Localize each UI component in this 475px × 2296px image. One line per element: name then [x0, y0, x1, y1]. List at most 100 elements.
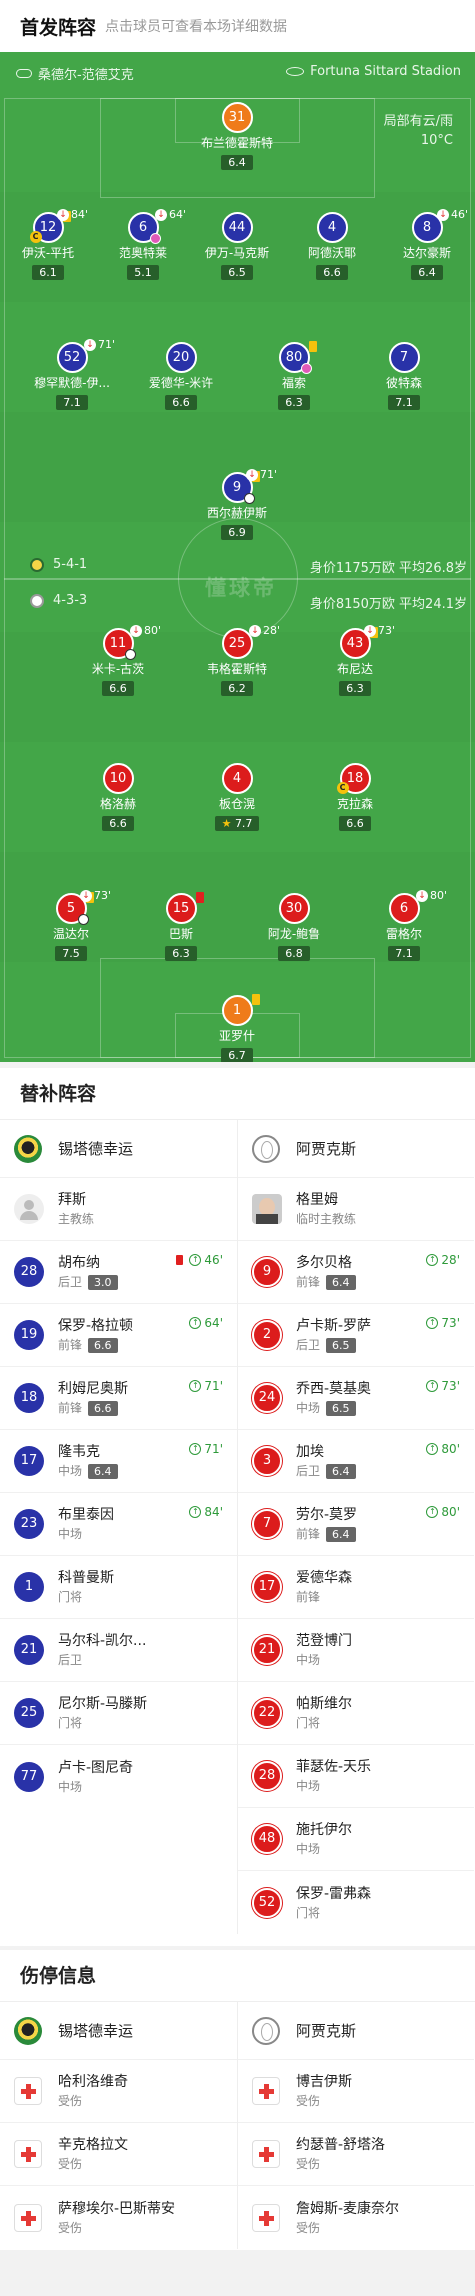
sub-row[interactable]: 22 帕斯维尔 门将 [238, 1682, 474, 1745]
sub-position: 前锋 [296, 1590, 321, 1604]
home-player[interactable]: 12 C ↓ 84' 伊沃-平托 6.1 [0, 208, 100, 280]
sub-row[interactable]: 21 范登博门 中场 [238, 1619, 474, 1682]
sub-row[interactable]: 77 卢卡-图尼奇 中场 [0, 1745, 237, 1808]
sub-number: 22 [252, 1698, 282, 1728]
player-number: 4 [316, 212, 348, 243]
sub-in-icon: ↑ [426, 1506, 439, 1518]
player-name: 板仓滉 [218, 797, 255, 811]
coach-row[interactable]: 拜斯 主教练 [0, 1178, 237, 1241]
sub-row[interactable]: 23 布里泰因 中场 ↑ 84' [0, 1493, 237, 1556]
away-player[interactable]: 10 格洛赫 6.6 [66, 763, 170, 831]
sub-number: 2 [252, 1320, 282, 1350]
sub-in-time: ↑ 73' [426, 1316, 460, 1330]
player-name: 福索 [281, 376, 306, 390]
home-player[interactable]: 31 布兰德霍斯特 6.4 [185, 102, 289, 170]
coach-photo [252, 1194, 282, 1224]
medical-cross-icon [14, 2077, 42, 2105]
home-player[interactable]: 80 福索 6.3 [242, 341, 346, 410]
sub-row[interactable]: 48 施托伊尔 中场 [238, 1808, 474, 1871]
player-name: 韦格霍斯特 [206, 662, 267, 676]
home-injuries: 锡塔德幸运 哈利洛维奇 受伤 辛克格拉文 受伤 萨穆埃尔-巴斯蒂安 受伤 [0, 2002, 237, 2249]
sub-row[interactable]: 17 爱德华森前锋 [238, 1556, 474, 1619]
home-player[interactable]: 44 伊万-马克斯 6.5 [185, 212, 289, 280]
away-player[interactable]: 6 ↓ 80' 雷格尔 7.1 [352, 889, 456, 961]
player-name: 亚罗什 [218, 1029, 255, 1043]
sub-in-icon: ↑ [189, 1317, 202, 1329]
player-rating: 6.6 [339, 816, 371, 831]
player-number: 10 [102, 763, 134, 794]
player-number: 31 [221, 102, 253, 133]
sub-row[interactable]: 1 科普曼斯 门将 [0, 1556, 237, 1619]
sub-name: 尼尔斯-马滕斯 [58, 1696, 148, 1712]
sub-out-icon: ↓ [249, 624, 261, 637]
player-rating: 6.1 [32, 265, 64, 280]
sub-row[interactable]: 7 劳尔-莫罗 前锋 6.4 ↑ 80' [238, 1493, 474, 1556]
away-player[interactable]: 25 ↓ 28' 韦格霍斯特 6.2 [185, 624, 289, 696]
player-rating: ★ 7.7 [214, 816, 260, 831]
injury-row[interactable]: 约瑟普-舒塔洛 受伤 [238, 2123, 474, 2186]
player-name: 彼特森 [385, 376, 422, 390]
player-rating: 6.6 [316, 265, 348, 280]
player-number: 44 [221, 212, 253, 243]
red-card-icon [195, 892, 204, 903]
sub-rating: 6.4 [326, 1274, 356, 1290]
home-player[interactable]: 9 ↓ 71' 西尔赫伊斯 6.9 [185, 468, 289, 540]
sub-row[interactable]: 21 马尔科-凯尔... 后卫 [0, 1619, 237, 1682]
sub-row[interactable]: 17 隆韦克 中场 6.4 ↑ 71' [0, 1430, 237, 1493]
injury-row[interactable]: 博吉伊斯 受伤 [238, 2060, 474, 2123]
sub-in-time: ↑ 64' [189, 1316, 223, 1330]
sub-number: 18 [14, 1383, 44, 1413]
away-player[interactable]: 11 ↓ 80' 米卡-古茨 6.6 [66, 624, 170, 696]
player-rating: 6.6 [165, 395, 197, 410]
away-player[interactable]: 5 ↓ 73' 温达尔 7.5 [19, 889, 123, 961]
player-rating: 6.6 [102, 681, 134, 696]
home-player[interactable]: 4 阿德沃耶 6.6 [280, 212, 384, 280]
player-name: 伊万-马克斯 [204, 246, 270, 260]
sub-row[interactable]: 19 保罗-格拉顿 前锋 6.6 ↑ 64' [0, 1304, 237, 1367]
sub-number: 17 [252, 1572, 282, 1602]
sub-row[interactable]: 18 利姆尼奥斯 前锋 6.6 ↑ 71' [0, 1367, 237, 1430]
sub-row[interactable]: 28 胡布纳 后卫 3.0 ↑ 46' [0, 1241, 237, 1304]
player-rating: 6.6 [102, 816, 134, 831]
sub-row[interactable]: 52 保罗-雷弗森 门将 [238, 1871, 474, 1934]
away-player[interactable]: 1 亚罗什 6.7 [185, 994, 289, 1062]
sub-row[interactable]: 28 菲瑟佐-天乐 中场 [238, 1745, 474, 1808]
coach-avatar-icon [14, 1194, 44, 1224]
sub-row[interactable]: 2 卢卡斯-罗萨 后卫 6.5 ↑ 73' [238, 1304, 474, 1367]
sub-name: 隆韦克 [58, 1444, 100, 1460]
sub-name: 爱德华森 [296, 1570, 352, 1586]
home-team-logo-icon [14, 2016, 42, 2045]
sub-number: 52 [252, 1887, 282, 1918]
home-player[interactable]: 6 ↓ 64' 范奥特莱 5.1 [91, 208, 195, 280]
player-number: 6 [388, 893, 420, 924]
home-formation: 5-4-1 [30, 557, 87, 572]
away-player[interactable]: 18 C 克拉森 6.6 [303, 763, 407, 831]
injury-row[interactable]: 詹姆斯-麦康奈尔 受伤 [238, 2186, 474, 2249]
injury-row[interactable]: 辛克格拉文 受伤 [0, 2123, 237, 2186]
sub-row[interactable]: 24 乔西-莫基奥 中场 6.5 ↑ 73' [238, 1367, 474, 1430]
sub-row[interactable]: 9 多尔贝格 前锋 6.4 ↑ 28' [238, 1241, 474, 1304]
home-player[interactable]: 7 彼特森 7.1 [352, 342, 456, 410]
injured-player-name: 约瑟普-舒塔洛 [296, 2137, 386, 2153]
home-player[interactable]: 52 ↓ 71' 穆罕默德-伊... 7.1 [20, 338, 124, 410]
injury-row[interactable]: 萨穆埃尔-巴斯蒂安 受伤 [0, 2186, 237, 2249]
sub-name: 乔西-莫基奥 [296, 1381, 372, 1397]
red-card-icon [176, 1255, 184, 1265]
home-player[interactable]: 8 ↓ 46' 达尔豪斯 6.4 [375, 208, 475, 280]
away-player[interactable]: 15 巴斯 6.3 [129, 892, 233, 961]
sub-name: 布里泰因 [58, 1507, 114, 1523]
sub-time: ↓ 71' [84, 338, 115, 351]
sub-rating: 6.6 [88, 1400, 118, 1416]
sub-position: 前锋 [296, 1275, 321, 1289]
home-player[interactable]: 20 爱德华-米许 6.6 [129, 342, 233, 410]
away-player[interactable]: 4 板仓滉 ★ 7.7 [185, 763, 289, 831]
sub-row[interactable]: 3 加埃 后卫 6.4 ↑ 80' [238, 1430, 474, 1493]
player-name: 达尔豪斯 [402, 246, 451, 260]
sub-row[interactable]: 25 尼尔斯-马滕斯 门将 [0, 1682, 237, 1745]
sub-in-time: ↑ 46' [176, 1253, 223, 1267]
injury-row[interactable]: 哈利洛维奇 受伤 [0, 2060, 237, 2123]
coach-row[interactable]: 格里姆 临时主教练 [238, 1178, 474, 1241]
away-value-info: 身价8150万欧 平均24.1岁 [310, 593, 467, 612]
away-player[interactable]: 30 阿龙-鲍鲁 6.8 [242, 893, 346, 961]
away-player[interactable]: 43 ↓ 73' 布尼达 6.3 [303, 624, 407, 696]
